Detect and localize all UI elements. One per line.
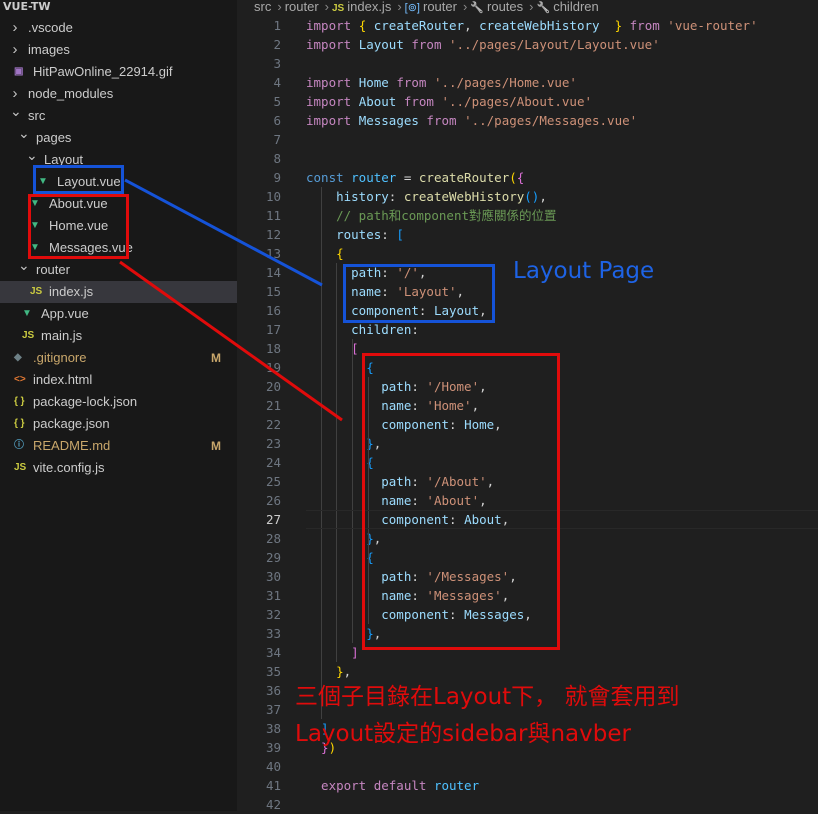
layout-vue-highlight-box [33,165,124,194]
children-routes-highlight-box [362,353,560,650]
child-pages-highlight-box [28,194,129,259]
note-line-2: Layout設定的sidebar與navber [295,721,631,747]
note-line-1: 三個子目錄在Layout下， 就會套用到 [295,684,680,710]
red-connector-line [119,260,343,422]
layout-route-highlight-box [343,264,495,323]
blue-connector-line [124,178,323,287]
layout-page-label: Layout Page [513,258,655,284]
